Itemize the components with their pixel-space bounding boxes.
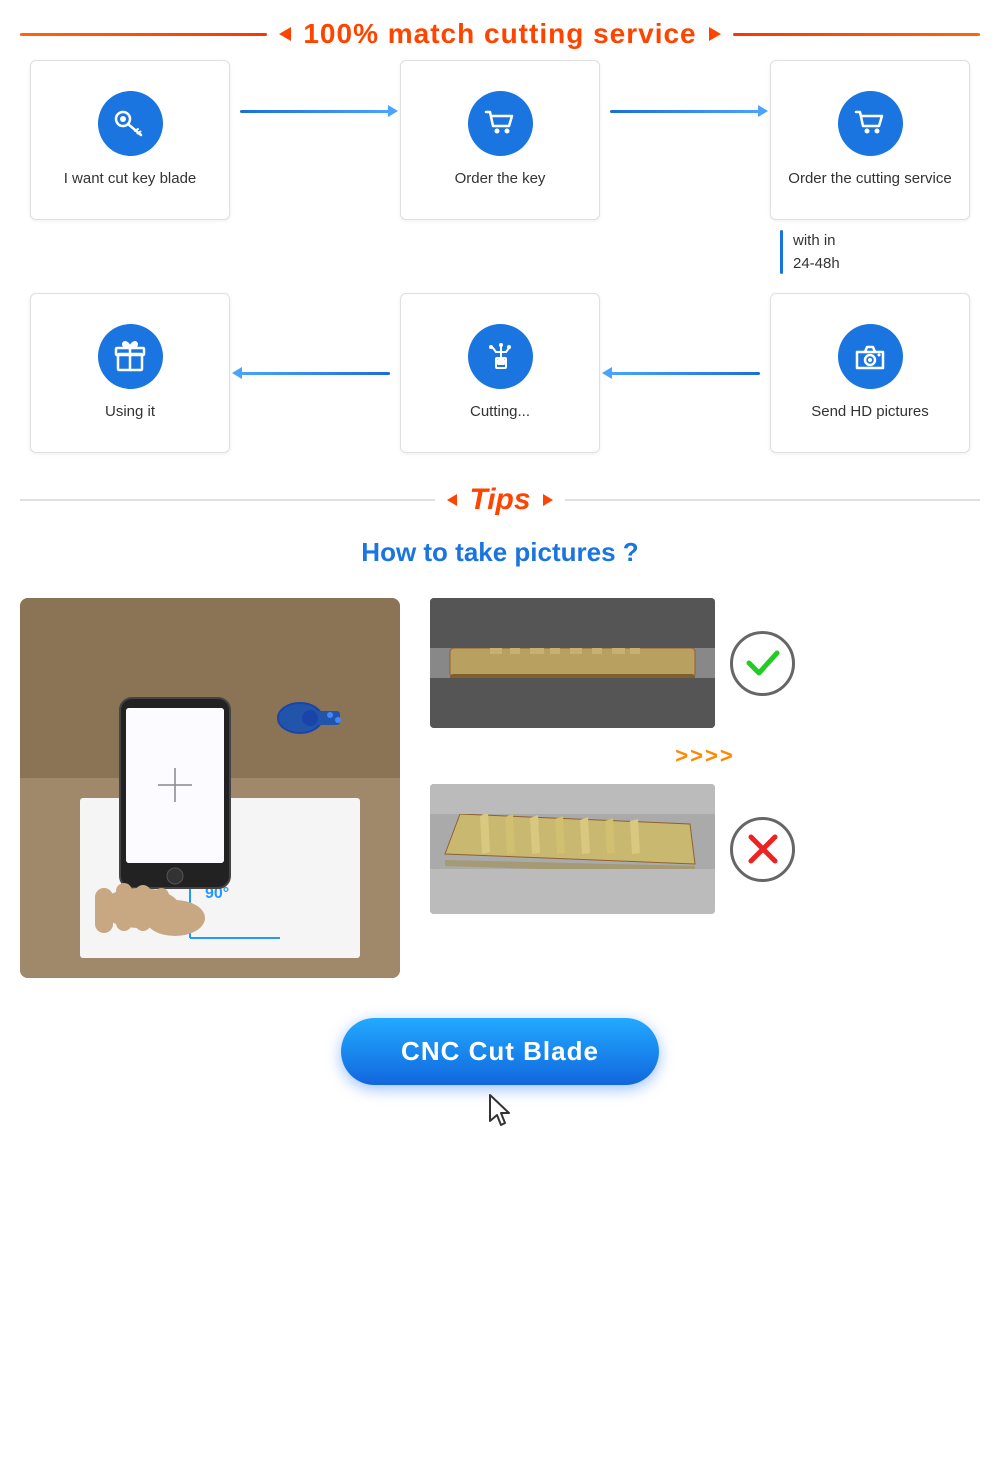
step3-group: Order the cutting service with in 24-48h bbox=[770, 60, 970, 275]
connector1 bbox=[240, 110, 390, 113]
step3-label: Order the cutting service bbox=[788, 168, 951, 189]
gift-icon bbox=[111, 338, 149, 376]
cnc-cut-blade-button[interactable]: CNC Cut Blade bbox=[341, 1018, 659, 1085]
good-key-svg bbox=[430, 598, 715, 728]
checkmark-icon bbox=[743, 643, 783, 683]
xmark-icon bbox=[743, 829, 783, 869]
step2-label: Order the key bbox=[455, 168, 546, 189]
step2-icon-circle bbox=[468, 91, 533, 156]
step4-box: Using it bbox=[30, 293, 230, 453]
step1-box: I want cut key blade bbox=[30, 60, 230, 220]
cart-icon bbox=[481, 105, 519, 143]
tips-title: Tips bbox=[469, 483, 530, 517]
arrows-indicator: >>>> bbox=[430, 738, 980, 774]
step6-icon-circle bbox=[838, 324, 903, 389]
phone-photo-illustration: 90° bbox=[20, 598, 400, 978]
keys-icon bbox=[111, 105, 149, 143]
photos-section: 90° bbox=[0, 598, 1000, 1008]
bad-key-svg bbox=[430, 784, 715, 914]
tips-line-left bbox=[20, 499, 435, 501]
step5-label: Cutting... bbox=[470, 401, 530, 422]
how-to-title: How to take pictures ? bbox=[0, 527, 1000, 588]
tips-section: Tips How to take pictures ? bbox=[0, 473, 1000, 588]
check-mark-good bbox=[730, 631, 795, 696]
step4-icon-circle bbox=[98, 324, 163, 389]
connector3-reverse bbox=[240, 372, 390, 375]
step5-icon-circle bbox=[468, 324, 533, 389]
header-arrow-right-icon bbox=[709, 27, 721, 41]
cart2-icon bbox=[851, 105, 889, 143]
tips-line-right bbox=[565, 499, 980, 501]
steps-container: I want cut key blade Order the key bbox=[0, 60, 1000, 453]
cnc-section: CNC Cut Blade bbox=[0, 1008, 1000, 1158]
phone-photo: 90° bbox=[20, 598, 400, 978]
step6-label: Send HD pictures bbox=[811, 401, 929, 422]
vertical-bar bbox=[780, 230, 783, 274]
step5-box: Cutting... bbox=[400, 293, 600, 453]
bad-photo-row bbox=[430, 784, 980, 914]
camera-icon bbox=[851, 338, 889, 376]
machine-icon bbox=[481, 338, 519, 376]
good-photo-row bbox=[430, 598, 980, 728]
step1-icon-circle bbox=[98, 91, 163, 156]
tips-arrow-left-icon bbox=[447, 494, 457, 506]
step4-label: Using it bbox=[105, 401, 155, 422]
tips-arrow-right-icon bbox=[543, 494, 553, 506]
step6-box: Send HD pictures bbox=[770, 293, 970, 453]
good-key-photo bbox=[430, 598, 715, 728]
tips-header: Tips bbox=[0, 473, 1000, 527]
header-line-left bbox=[20, 33, 267, 36]
key-photos-column: >>>> bbox=[430, 598, 980, 914]
step2-box: Order the key bbox=[400, 60, 600, 220]
bad-key-photo bbox=[430, 784, 715, 914]
within-text: with in 24-48h bbox=[793, 230, 840, 275]
connector2 bbox=[610, 110, 760, 113]
mouse-cursor-icon bbox=[485, 1093, 515, 1128]
header-arrow-left-icon bbox=[279, 27, 291, 41]
step3-icon-circle bbox=[838, 91, 903, 156]
connector4-reverse bbox=[610, 372, 760, 375]
step1-label: I want cut key blade bbox=[64, 168, 197, 189]
within-info: with in 24-48h bbox=[770, 230, 840, 275]
x-mark-bad bbox=[730, 817, 795, 882]
page-title: 100% match cutting service bbox=[303, 18, 696, 50]
cursor-icon bbox=[485, 1093, 515, 1128]
step3-box: Order the cutting service bbox=[770, 60, 970, 220]
header-section: 100% match cutting service bbox=[0, 0, 1000, 60]
header-line-right bbox=[733, 33, 980, 36]
